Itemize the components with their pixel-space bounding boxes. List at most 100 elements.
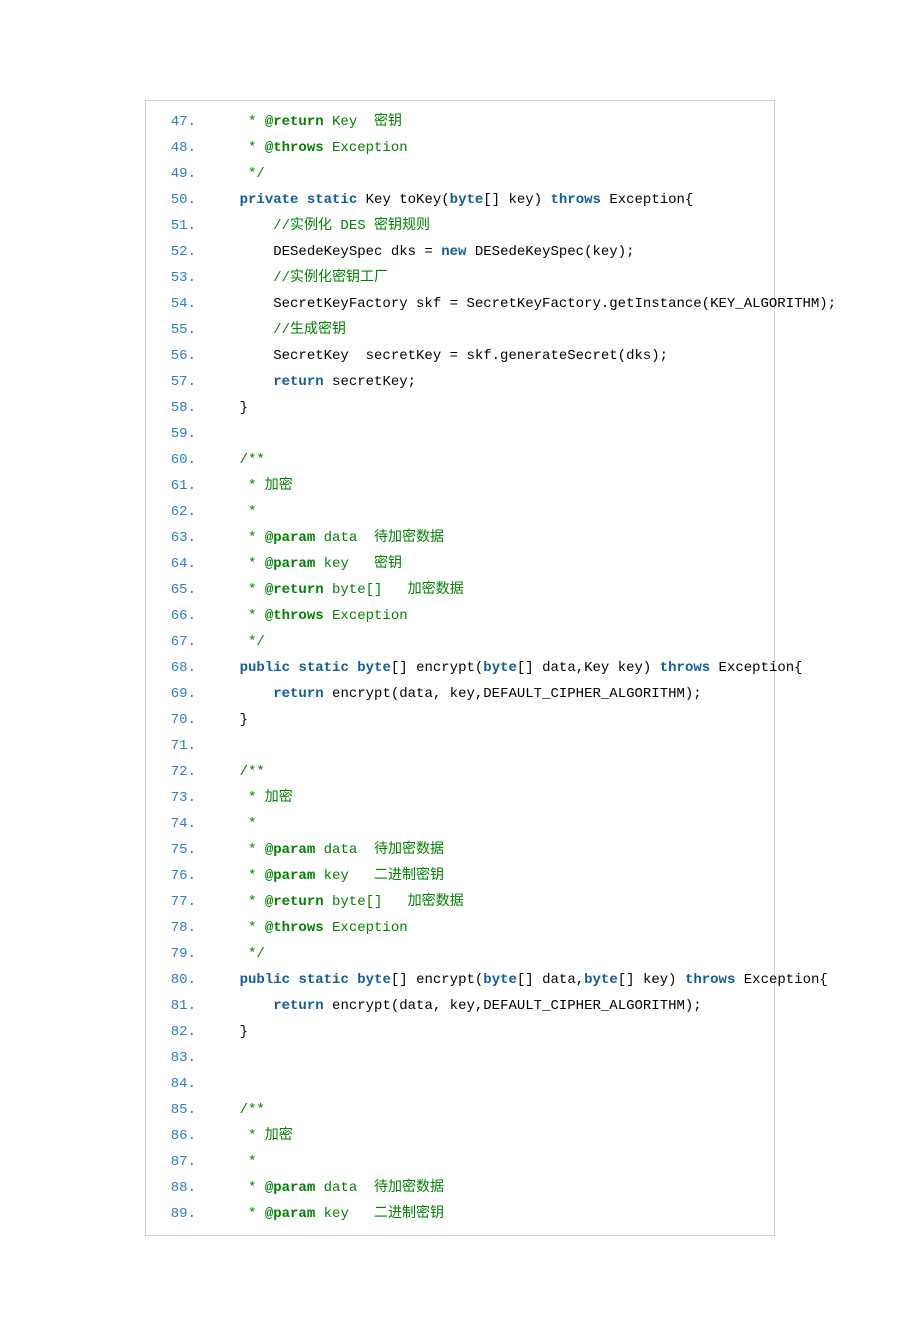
code-line: 79. */ xyxy=(146,941,774,967)
code-line: 57. return secretKey; xyxy=(146,369,774,395)
line-content: * 加密 xyxy=(206,1123,293,1149)
line-number: 85. xyxy=(146,1097,206,1123)
line-number: 86. xyxy=(146,1123,206,1149)
line-content: //实例化 DES 密钥规则 xyxy=(206,213,430,239)
line-number: 52. xyxy=(146,239,206,265)
code-line: 82. } xyxy=(146,1019,774,1045)
code-line: 53. //实例化密钥工厂 xyxy=(146,265,774,291)
line-number: 70. xyxy=(146,707,206,733)
code-line: 76. * @param key 二进制密钥 xyxy=(146,863,774,889)
line-number: 80. xyxy=(146,967,206,993)
line-number: 83. xyxy=(146,1045,206,1071)
code-line: 85. /** xyxy=(146,1097,774,1123)
line-content: //实例化密钥工厂 xyxy=(206,265,388,291)
code-line: 68. public static byte[] encrypt(byte[] … xyxy=(146,655,774,681)
line-content: SecretKeyFactory skf = SecretKeyFactory.… xyxy=(206,291,853,317)
line-content: * 加密 xyxy=(206,785,293,811)
line-content: */ xyxy=(206,161,265,187)
line-number: 66. xyxy=(146,603,206,629)
code-line: 71. xyxy=(146,733,774,759)
line-number: 59. xyxy=(146,421,206,447)
code-line: 61. * 加密 xyxy=(146,473,774,499)
line-content: } xyxy=(206,395,265,421)
code-line: 81. return encrypt(data, key,DEFAULT_CIP… xyxy=(146,993,774,1019)
code-line: 67. */ xyxy=(146,629,774,655)
code-line: 51. //实例化 DES 密钥规则 xyxy=(146,213,774,239)
line-number: 79. xyxy=(146,941,206,967)
code-line: 89. * @param key 二进制密钥 xyxy=(146,1201,774,1227)
line-number: 72. xyxy=(146,759,206,785)
line-content: * xyxy=(206,499,265,525)
line-content: private static Key toKey(byte[] key) thr… xyxy=(206,187,710,213)
line-content: return encrypt(data, key,DEFAULT_CIPHER_… xyxy=(206,993,719,1019)
line-number: 68. xyxy=(146,655,206,681)
line-number: 73. xyxy=(146,785,206,811)
line-content xyxy=(206,1071,256,1097)
line-number: 47. xyxy=(146,109,206,135)
line-content: /** xyxy=(206,759,265,785)
line-content: * 加密 xyxy=(206,473,293,499)
code-line: 88. * @param data 待加密数据 xyxy=(146,1175,774,1201)
line-number: 74. xyxy=(146,811,206,837)
line-number: 51. xyxy=(146,213,206,239)
code-line: 65. * @return byte[] 加密数据 xyxy=(146,577,774,603)
line-content: * @throws Exception xyxy=(206,915,408,941)
line-number: 65. xyxy=(146,577,206,603)
line-content xyxy=(206,1045,256,1071)
line-content: return secretKey; xyxy=(206,369,433,395)
line-content: /** xyxy=(206,1097,265,1123)
line-number: 60. xyxy=(146,447,206,473)
code-line: 66. * @throws Exception xyxy=(146,603,774,629)
line-content: * @return Key 密钥 xyxy=(206,109,402,135)
line-number: 82. xyxy=(146,1019,206,1045)
code-line: 72. /** xyxy=(146,759,774,785)
code-line: 77. * @return byte[] 加密数据 xyxy=(146,889,774,915)
line-content: * @param key 二进制密钥 xyxy=(206,863,444,889)
code-line: 62. * xyxy=(146,499,774,525)
line-number: 49. xyxy=(146,161,206,187)
line-content: */ xyxy=(206,941,265,967)
line-number: 78. xyxy=(146,915,206,941)
line-number: 75. xyxy=(146,837,206,863)
line-content: } xyxy=(206,707,265,733)
line-number: 63. xyxy=(146,525,206,551)
line-content: * @return byte[] 加密数据 xyxy=(206,889,464,915)
line-number: 69. xyxy=(146,681,206,707)
line-number: 56. xyxy=(146,343,206,369)
code-line: 55. //生成密钥 xyxy=(146,317,774,343)
line-number: 71. xyxy=(146,733,206,759)
line-content: * xyxy=(206,1149,265,1175)
code-line: 63. * @param data 待加密数据 xyxy=(146,525,774,551)
line-content: * @throws Exception xyxy=(206,603,408,629)
code-line: 49. */ xyxy=(146,161,774,187)
line-number: 76. xyxy=(146,863,206,889)
line-content: return encrypt(data, key,DEFAULT_CIPHER_… xyxy=(206,681,719,707)
line-content: * xyxy=(206,811,265,837)
code-line: 83. xyxy=(146,1045,774,1071)
code-line: 69. return encrypt(data, key,DEFAULT_CIP… xyxy=(146,681,774,707)
line-content: * @param key 二进制密钥 xyxy=(206,1201,444,1227)
code-line: 84. xyxy=(146,1071,774,1097)
line-content: /** xyxy=(206,447,265,473)
code-line: 54. SecretKeyFactory skf = SecretKeyFact… xyxy=(146,291,774,317)
line-content: * @return byte[] 加密数据 xyxy=(206,577,464,603)
line-content: */ xyxy=(206,629,265,655)
code-line: 74. * xyxy=(146,811,774,837)
line-content: DESedeKeySpec dks = new DESedeKeySpec(ke… xyxy=(206,239,651,265)
line-number: 58. xyxy=(146,395,206,421)
code-line: 47. * @return Key 密钥 xyxy=(146,109,774,135)
line-content: * @param data 待加密数据 xyxy=(206,1175,444,1201)
line-number: 64. xyxy=(146,551,206,577)
code-line: 86. * 加密 xyxy=(146,1123,774,1149)
line-number: 50. xyxy=(146,187,206,213)
line-content: public static byte[] encrypt(byte[] data… xyxy=(206,967,845,993)
code-line: 64. * @param key 密钥 xyxy=(146,551,774,577)
line-content xyxy=(206,421,256,447)
line-number: 57. xyxy=(146,369,206,395)
code-line: 48. * @throws Exception xyxy=(146,135,774,161)
code-line: 70. } xyxy=(146,707,774,733)
code-line: 80. public static byte[] encrypt(byte[] … xyxy=(146,967,774,993)
code-line: 52. DESedeKeySpec dks = new DESedeKeySpe… xyxy=(146,239,774,265)
code-block: 47. * @return Key 密钥48. * @throws Except… xyxy=(145,100,775,1236)
line-content: } xyxy=(206,1019,265,1045)
